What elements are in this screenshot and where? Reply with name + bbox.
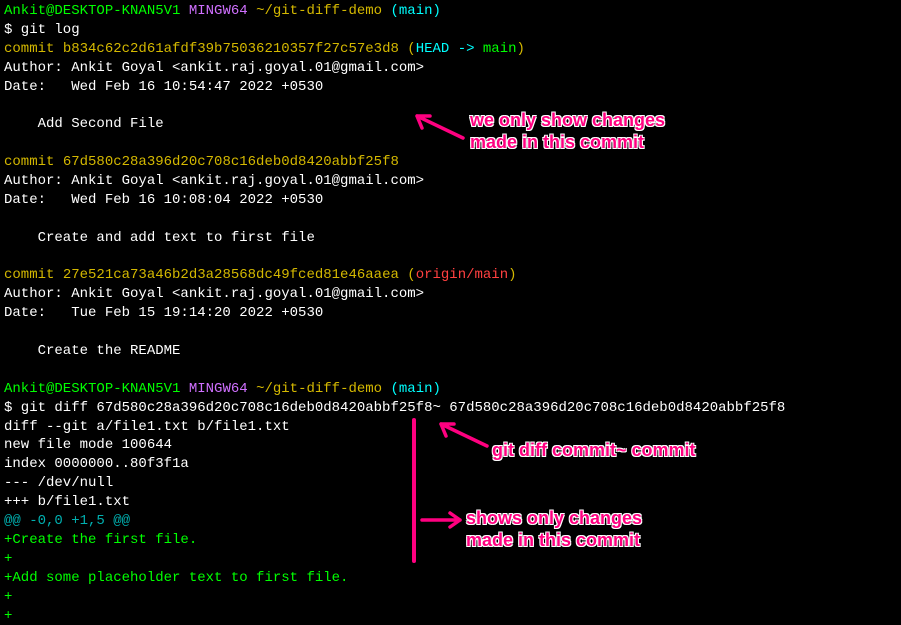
date-line: Date: Wed Feb 16 10:08:04 2022 +0530 bbox=[4, 191, 897, 210]
annotation-line bbox=[412, 418, 416, 563]
prompt-branch: (main) bbox=[391, 381, 441, 397]
annotation-text: git diff commit~ commit bbox=[492, 440, 696, 462]
prompt-path: ~/git-diff-demo bbox=[256, 3, 382, 19]
diff-add: + bbox=[4, 550, 897, 569]
commit-hash: 67d580c28a396d20c708c16deb0d8420abbf25f8 bbox=[63, 154, 399, 170]
commit-hash: 27e521ca73a46b2d3a28568dc49fced81e46aaea bbox=[63, 267, 399, 283]
prompt-path: ~/git-diff-demo bbox=[256, 381, 382, 397]
author-line: Author: Ankit Goyal <ankit.raj.goyal.01@… bbox=[4, 172, 897, 191]
author-line: Author: Ankit Goyal <ankit.raj.goyal.01@… bbox=[4, 285, 897, 304]
origin-ref: origin/main bbox=[416, 267, 508, 283]
annotation-text: we only show changes made in this commit bbox=[470, 110, 665, 153]
diff-minus: --- /dev/null bbox=[4, 474, 897, 493]
date-line: Date: Tue Feb 15 19:14:20 2022 +0530 bbox=[4, 304, 897, 323]
command: $ git diff 67d580c28a396d20c708c16deb0d8… bbox=[4, 399, 897, 418]
prompt-user: Ankit@DESKTOP-KNAN5V1 bbox=[4, 3, 180, 19]
diff-add: +Add some placeholder text to first file… bbox=[4, 569, 897, 588]
prompt-shell: MINGW64 bbox=[189, 3, 248, 19]
diff-add: + bbox=[4, 588, 897, 607]
prompt-shell: MINGW64 bbox=[189, 381, 248, 397]
date-line: Date: Wed Feb 16 10:54:47 2022 +0530 bbox=[4, 78, 897, 97]
prompt-branch: (main) bbox=[391, 3, 441, 19]
commit-line: commit 27e521ca73a46b2d3a28568dc49fced81… bbox=[4, 266, 897, 285]
diff-add: +Create the first file. bbox=[4, 531, 897, 550]
commit-hash: b834c62c2d61afdf39b75036210357f27c57e3d8 bbox=[63, 41, 399, 57]
annotation-text: shows only changes made in this commit bbox=[466, 508, 642, 551]
arrow-icon bbox=[420, 510, 466, 530]
diff-add: + bbox=[4, 607, 897, 625]
arrow-icon bbox=[432, 418, 492, 450]
author-line: Author: Ankit Goyal <ankit.raj.goyal.01@… bbox=[4, 59, 897, 78]
prompt-line: Ankit@DESKTOP-KNAN5V1 MINGW64 ~/git-diff… bbox=[4, 2, 897, 21]
command: $ git log bbox=[4, 21, 897, 40]
terminal-output[interactable]: Ankit@DESKTOP-KNAN5V1 MINGW64 ~/git-diff… bbox=[4, 2, 897, 625]
head-ref: HEAD -> bbox=[416, 41, 483, 57]
commit-message: Create and add text to first file bbox=[4, 229, 897, 248]
arrow-icon bbox=[408, 108, 468, 148]
commit-line: commit 67d580c28a396d20c708c16deb0d8420a… bbox=[4, 153, 897, 172]
prompt-user: Ankit@DESKTOP-KNAN5V1 bbox=[4, 381, 180, 397]
prompt-line: Ankit@DESKTOP-KNAN5V1 MINGW64 ~/git-diff… bbox=[4, 380, 897, 399]
diff-index: index 0000000..80f3f1a bbox=[4, 455, 897, 474]
commit-line: commit b834c62c2d61afdf39b75036210357f27… bbox=[4, 40, 897, 59]
commit-message: Create the README bbox=[4, 342, 897, 361]
branch-ref: main bbox=[483, 41, 517, 57]
